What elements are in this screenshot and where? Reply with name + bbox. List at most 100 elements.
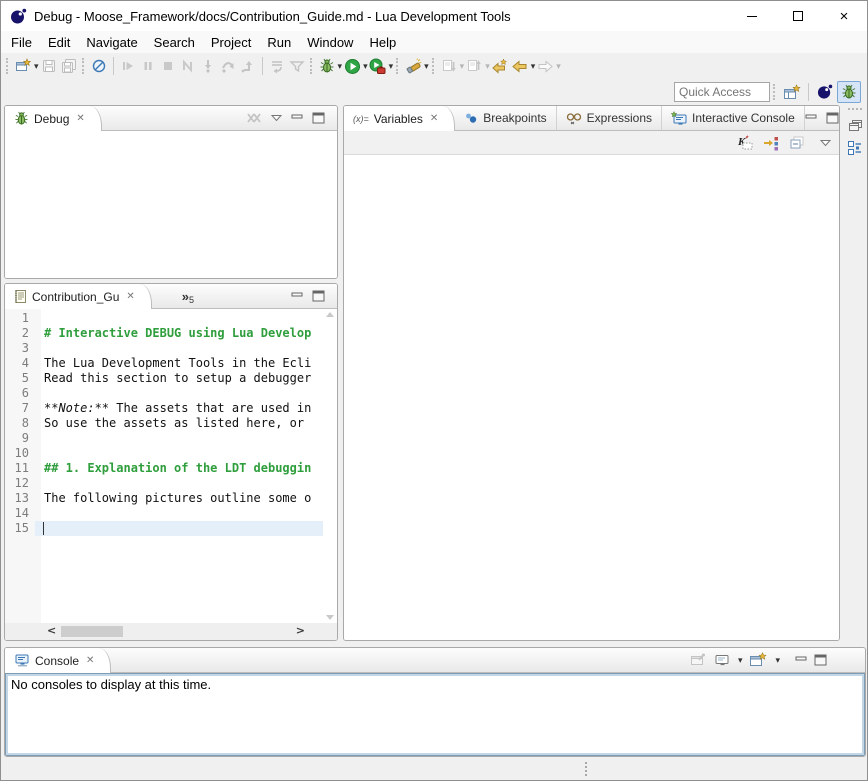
menu-project[interactable]: Project <box>203 31 259 53</box>
show-type-names-button[interactable]: K <box>737 135 754 151</box>
trim-drag-handle[interactable] <box>848 108 862 111</box>
drop-to-frame-button[interactable] <box>267 55 287 77</box>
menu-navigate[interactable]: Navigate <box>78 31 145 53</box>
toolbar-drag-handle[interactable] <box>396 58 400 74</box>
line-number: 10 <box>5 446 35 461</box>
scrollbar-thumb[interactable] <box>61 626 123 637</box>
tab-contribution-guide[interactable]: Contribution_Gu ✕ <box>5 284 152 309</box>
scroll-right-icon[interactable]: > <box>296 624 305 637</box>
step-into-button[interactable] <box>198 55 218 77</box>
variables-view-minimize-button[interactable] <box>805 113 817 123</box>
editor-vertical-scrollbar[interactable] <box>323 309 337 623</box>
save-all-button[interactable] <box>59 55 79 77</box>
skip-all-breakpoints-button[interactable] <box>89 55 109 77</box>
perspective-toolbar <box>1 79 867 105</box>
debug-perspective-button[interactable] <box>837 81 861 103</box>
window-minimize-button[interactable] <box>729 1 775 31</box>
open-console-dropdown[interactable]: ▾ <box>775 655 780 666</box>
display-selected-console-button[interactable] <box>714 653 730 668</box>
suspend-button[interactable] <box>138 55 158 77</box>
pin-console-button[interactable] <box>690 653 707 668</box>
toolbar-drag-handle[interactable] <box>432 58 436 74</box>
open-perspective-button[interactable] <box>780 81 804 103</box>
menu-edit[interactable]: Edit <box>40 31 78 53</box>
status-drag-handle[interactable] <box>585 762 587 776</box>
console-maximize-button[interactable] <box>814 654 827 666</box>
menu-run[interactable]: Run <box>259 31 299 53</box>
forward-button[interactable] <box>535 55 555 77</box>
menu-help[interactable]: Help <box>361 31 404 53</box>
remove-all-terminated-button[interactable] <box>246 111 262 125</box>
tab-expressions[interactable]: Expressions <box>557 106 662 130</box>
tab-debug[interactable]: Debug ✕ <box>5 106 102 131</box>
hidden-editors-chevron[interactable]: » 5 <box>152 284 203 308</box>
variables-view-menu-button[interactable] <box>820 139 831 147</box>
menu-window[interactable]: Window <box>299 31 361 53</box>
back-button[interactable] <box>510 55 530 77</box>
tab-variables-close-button[interactable]: ✕ <box>430 113 438 124</box>
tab-editor-close-button[interactable]: ✕ <box>126 291 134 302</box>
restore-view-button[interactable] <box>848 119 863 132</box>
scroll-down-icon[interactable] <box>326 615 334 620</box>
debug-view-minimize-button[interactable] <box>291 113 303 123</box>
scroll-left-icon[interactable]: < <box>47 624 56 637</box>
tab-console[interactable]: Console ✕ <box>5 648 111 673</box>
save-button[interactable] <box>39 55 59 77</box>
external-tools-dropdown[interactable]: ▾ <box>389 61 394 72</box>
menu-search[interactable]: Search <box>146 31 203 53</box>
close-icon: × <box>840 9 849 24</box>
toolbar-drag-handle[interactable] <box>310 58 314 74</box>
console-minimize-button[interactable] <box>795 655 807 665</box>
search-dropdown[interactable]: ▾ <box>424 61 429 72</box>
step-over-button[interactable] <box>218 55 238 77</box>
terminate-button[interactable] <box>158 55 178 77</box>
toolbar-drag-handle[interactable] <box>773 84 777 100</box>
tab-interactive-console[interactable]: Interactive Console <box>662 106 805 130</box>
step-return-button[interactable] <box>238 55 258 77</box>
variables-view-maximize-button[interactable] <box>826 112 839 124</box>
toolbar-drag-handle[interactable] <box>6 58 10 74</box>
debug-button[interactable] <box>317 55 337 77</box>
debug-view-menu-button[interactable] <box>271 114 282 122</box>
quick-access-input[interactable] <box>674 82 770 102</box>
console-message-area[interactable]: No consoles to display at this time. <box>5 673 865 756</box>
line-number: 6 <box>5 386 35 401</box>
hidden-editors-count: 5 <box>189 295 194 308</box>
menu-file[interactable]: File <box>3 31 40 53</box>
tab-console-close-button[interactable]: ✕ <box>86 655 94 666</box>
forward-dropdown[interactable]: ▾ <box>556 61 561 72</box>
toolbar-drag-handle[interactable] <box>82 58 86 74</box>
lua-perspective-button[interactable] <box>813 81 837 103</box>
display-console-dropdown[interactable]: ▾ <box>738 655 743 666</box>
line-number: 12 <box>5 476 35 491</box>
editor-line: 14 <box>5 506 323 521</box>
editor-line: 3 <box>5 341 323 356</box>
line-text <box>35 446 323 461</box>
previous-annotation-button[interactable] <box>464 55 484 77</box>
search-button[interactable] <box>403 55 423 77</box>
scroll-up-icon[interactable] <box>326 312 334 317</box>
window-close-button[interactable]: × <box>821 1 867 31</box>
window-maximize-button[interactable] <box>775 1 821 31</box>
collapse-all-button[interactable] <box>789 135 805 151</box>
run-button[interactable] <box>342 55 362 77</box>
tab-breakpoints[interactable]: Breakpoints <box>455 106 556 130</box>
external-tools-button[interactable] <box>368 55 388 77</box>
next-annotation-button[interactable] <box>439 55 459 77</box>
open-console-button[interactable] <box>749 652 767 668</box>
tab-debug-close-button[interactable]: ✕ <box>76 113 84 124</box>
show-logical-structure-button[interactable] <box>763 135 780 151</box>
debug-view-maximize-button[interactable] <box>312 112 325 124</box>
last-edit-location-button[interactable] <box>490 55 510 77</box>
tab-variables[interactable]: (x)= Variables ✕ <box>344 106 455 131</box>
line-text: The following pictures outline some o <box>35 491 323 506</box>
outline-view-button[interactable] <box>847 140 863 156</box>
resume-button[interactable] <box>118 55 138 77</box>
editor-minimize-button[interactable] <box>291 291 303 301</box>
editor-horizontal-scrollbar[interactable]: < > <box>5 623 337 640</box>
use-step-filters-button[interactable] <box>287 55 307 77</box>
editor-maximize-button[interactable] <box>312 290 325 302</box>
editor-content[interactable]: 1 2# Interactive DEBUG using Lua Develop… <box>5 309 337 640</box>
disconnect-button[interactable] <box>178 55 198 77</box>
new-wizard-button[interactable] <box>13 55 33 77</box>
